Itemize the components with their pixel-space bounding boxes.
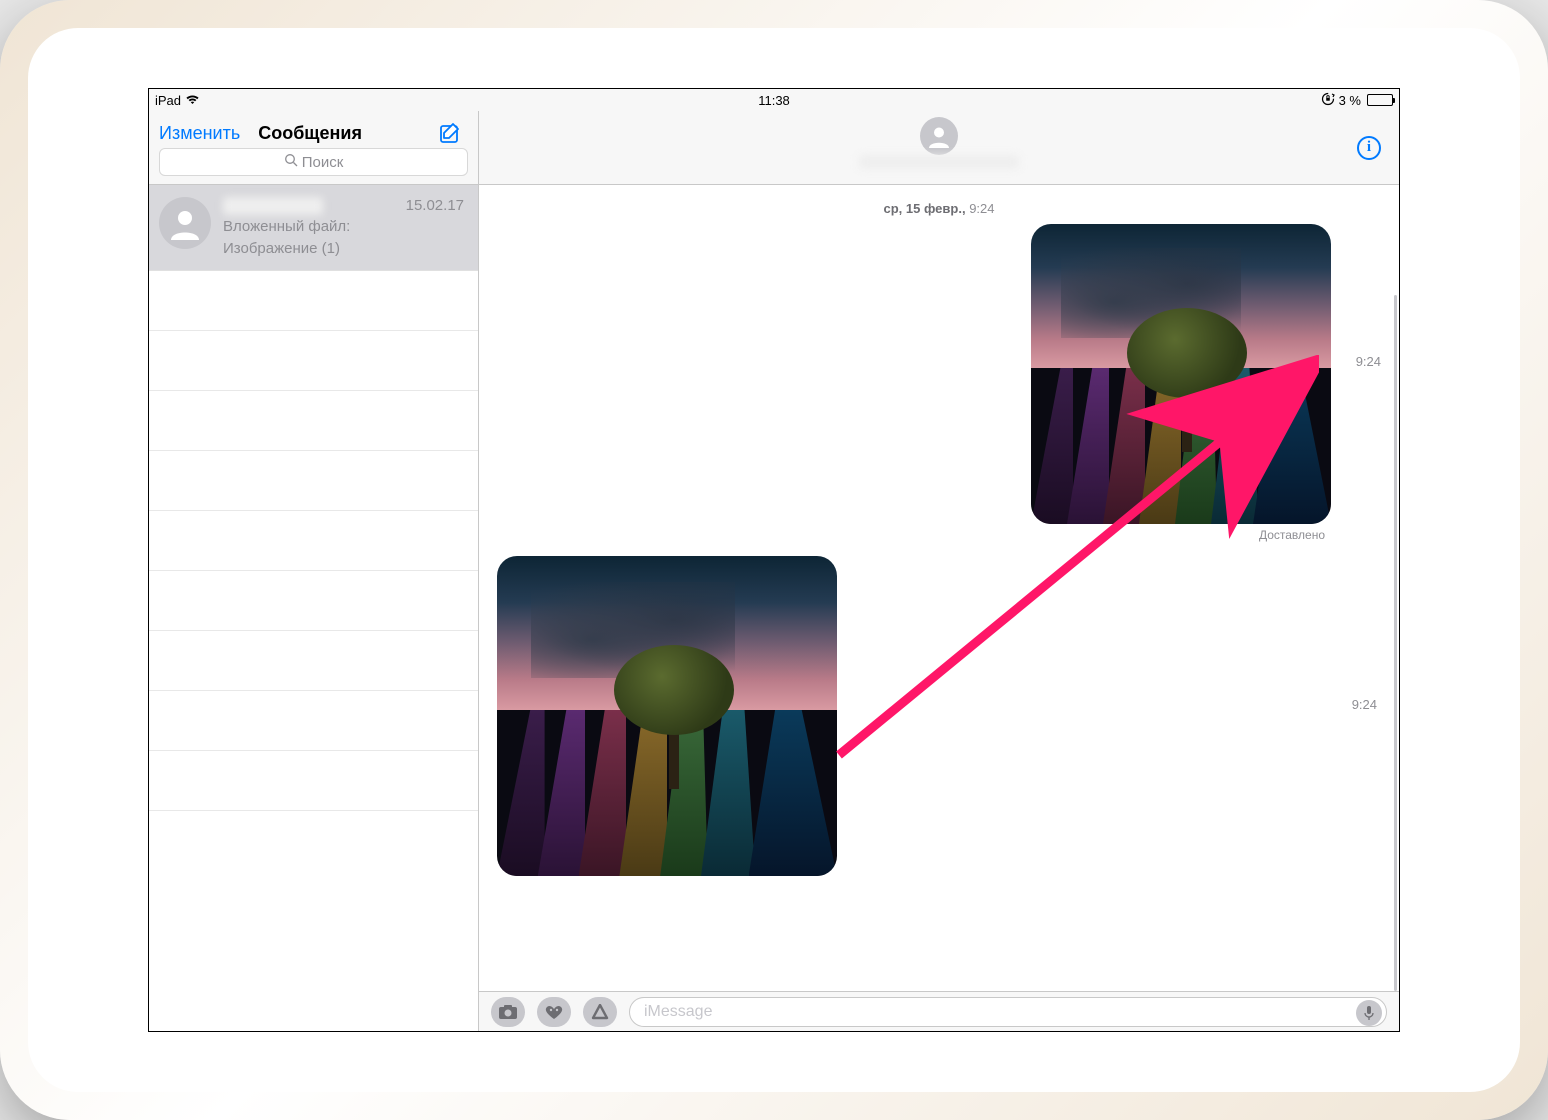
search-icon [284,153,298,171]
list-item [149,391,478,451]
conversation-preview-line1: Вложенный файл: [223,217,464,237]
sidebar-header: Изменить Сообщения Поиск [149,111,478,185]
list-item [149,691,478,751]
received-timestamp: 9:24 [1352,697,1377,712]
message-input[interactable]: iMessage [629,997,1387,1027]
app-content: Изменить Сообщения Поиск [149,111,1399,1031]
sidebar-title: Сообщения [258,123,362,144]
list-item [149,451,478,511]
screen: iPad 11:38 3 % [148,88,1400,1032]
clock: 11:38 [758,93,790,108]
list-item [149,511,478,571]
conversations-sidebar: Изменить Сообщения Поиск [149,111,479,1031]
delivery-status: Доставлено [497,528,1381,542]
digital-touch-button[interactable] [537,997,571,1027]
list-item [149,271,478,331]
messages-scroll[interactable]: ср, 15 февр., 9:24 [479,185,1399,1031]
app-store-button[interactable] [583,997,617,1027]
device-inner-frame: iPad 11:38 3 % [28,28,1520,1092]
message-sent[interactable]: 9:24 [497,224,1381,524]
edit-button[interactable]: Изменить [159,123,240,144]
conversation-preview-line2: Изображение (1) [223,239,464,259]
list-item [149,571,478,631]
search-placeholder: Поиск [302,154,344,171]
sent-image-attachment[interactable] [1031,224,1331,524]
info-button[interactable]: i [1357,136,1381,160]
list-item [149,331,478,391]
battery-icon [1367,94,1393,106]
list-item [149,751,478,811]
device-label: iPad [155,93,181,108]
rotation-lock-icon [1321,92,1335,109]
date-header: ср, 15 февр., 9:24 [497,201,1381,216]
compose-button[interactable] [438,121,464,152]
conversations-list[interactable]: 15.02.17 Вложенный файл: Изображение (1) [149,185,478,1031]
ipad-device-frame: iPad 11:38 3 % [0,0,1548,1120]
contact-name [859,155,1019,169]
wifi-icon [185,93,200,108]
sent-timestamp: 9:24 [1356,354,1381,369]
avatar-icon [159,197,211,249]
conversation-pane: i ср, 15 февр., 9:24 [479,111,1399,1031]
search-input[interactable]: Поиск [159,148,468,176]
camera-button[interactable] [491,997,525,1027]
conversation-row[interactable]: 15.02.17 Вложенный файл: Изображение (1) [149,185,478,271]
list-item [149,631,478,691]
scrollbar[interactable] [1394,295,1397,991]
battery-percent: 3 % [1339,93,1361,108]
message-received[interactable] [497,556,1381,876]
mic-button[interactable] [1356,1000,1382,1026]
message-placeholder: iMessage [644,1003,712,1021]
received-image-attachment[interactable] [497,556,837,876]
conversation-header: i [479,111,1399,185]
conversation-name [223,197,323,215]
conversation-date: 15.02.17 [406,197,464,215]
status-bar: iPad 11:38 3 % [149,89,1399,111]
contact-avatar[interactable] [920,117,958,155]
compose-bar: iMessage [479,991,1399,1031]
